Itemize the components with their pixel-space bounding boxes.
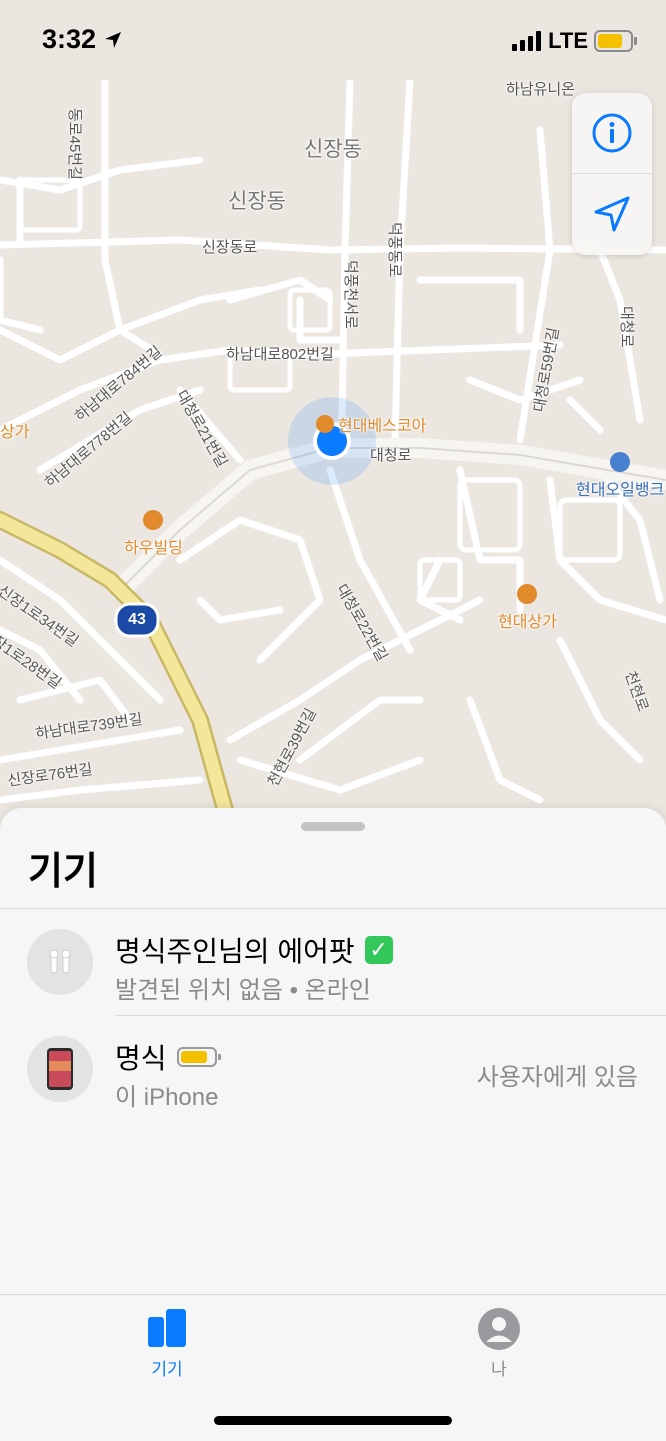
map-poi-hyundai-oil[interactable]: 현대오일뱅크 xyxy=(576,452,664,500)
iphone-icon xyxy=(47,1048,73,1090)
status-right: LTE xyxy=(512,28,638,54)
battery-icon xyxy=(176,1047,221,1067)
device-distance: 사용자에게 있음 xyxy=(476,1064,638,1091)
device-row-airpods[interactable]: 명식주인님의 에어팟 ✓ 발견된 위치 없음 • 온라인 xyxy=(0,912,666,1016)
sheet-grabber[interactable] xyxy=(301,822,365,831)
device-row-iphone[interactable]: 명식 이 iPhone 사용자에게 있음 xyxy=(0,1019,666,1123)
map-label-deokpungcheon: 덕풍천서로 xyxy=(342,260,359,330)
map-label-hanam-uni: 하남유니온 xyxy=(506,81,576,98)
divider xyxy=(115,1015,666,1016)
device-name: 명식주인님의 에어팟 ✓ xyxy=(115,930,393,970)
devices-icon xyxy=(148,1309,186,1347)
map-label-sinjangdong-1: 신장동 xyxy=(304,138,362,161)
map-view[interactable]: 하남유니온 동로45번길 신장동 신장동 신장동로 덕풍동로 덕풍천서로 하남대… xyxy=(0,0,666,830)
tab-label: 나 xyxy=(491,1360,507,1379)
shopping-bag-icon xyxy=(316,415,334,433)
map-poi-left: 상가 xyxy=(0,424,30,441)
map-controls xyxy=(572,93,652,255)
map-poi-hyundai-sangga[interactable]: 현대상가 xyxy=(498,584,557,632)
person-circle-icon xyxy=(478,1308,520,1350)
location-arrow-icon xyxy=(104,32,121,48)
airpods-avatar xyxy=(27,929,93,995)
map-label-hanam802: 하남대로802번길 xyxy=(226,346,334,363)
map-label-daecheong-right: 대청로 xyxy=(618,306,635,348)
iphone-avatar xyxy=(27,1036,93,1102)
battery-icon xyxy=(594,30,637,52)
signal-icon xyxy=(512,31,542,51)
network-type: LTE xyxy=(548,28,588,53)
tab-devices[interactable]: 기기 xyxy=(107,1305,227,1379)
tab-label: 기기 xyxy=(151,1360,183,1379)
shopping-bag-icon xyxy=(143,510,164,530)
gas-station-icon xyxy=(610,452,631,472)
check-mark-icon: ✓ xyxy=(364,936,393,964)
status-bar: 3:32 LTE xyxy=(0,0,666,80)
device-name: 명식 xyxy=(115,1037,223,1077)
info-icon xyxy=(592,113,632,153)
shopping-bag-icon xyxy=(517,584,538,604)
sheet-title: 기기 xyxy=(28,851,98,893)
route-shield-43: 43 xyxy=(128,611,146,628)
map-info-button[interactable] xyxy=(572,93,652,174)
device-status: 발견된 위치 없음 • 온라인 xyxy=(115,977,371,1004)
airpods-icon xyxy=(49,949,71,974)
device-status: 이 iPhone xyxy=(115,1084,219,1111)
home-indicator[interactable] xyxy=(214,1416,452,1425)
map-poi-hau-building[interactable]: 하우빌딩 xyxy=(124,510,183,558)
status-time: 3:32 xyxy=(42,24,122,55)
divider xyxy=(0,908,666,909)
map-poi-hyundai-bescoa[interactable]: 현대베스코아 xyxy=(316,412,426,436)
map-label-daecheongro: 대청로 xyxy=(370,447,412,464)
map-label-sinjangdongro: 신장동로 xyxy=(202,239,258,256)
map-locate-button[interactable] xyxy=(572,174,652,254)
devices-sheet: 기기 명식주인님의 에어팟 ✓ 발견된 위치 없음 • 온라인 명식 이 iPh… xyxy=(0,808,666,1294)
map-label-sinjangdong-2: 신장동 xyxy=(228,190,286,213)
location-arrow-outline-icon xyxy=(594,196,630,232)
tab-me[interactable]: 나 xyxy=(439,1305,559,1379)
map-label-dodal45: 동로45번길 xyxy=(66,108,83,180)
map-label-deokpungdongro: 덕풍동로 xyxy=(386,222,403,278)
